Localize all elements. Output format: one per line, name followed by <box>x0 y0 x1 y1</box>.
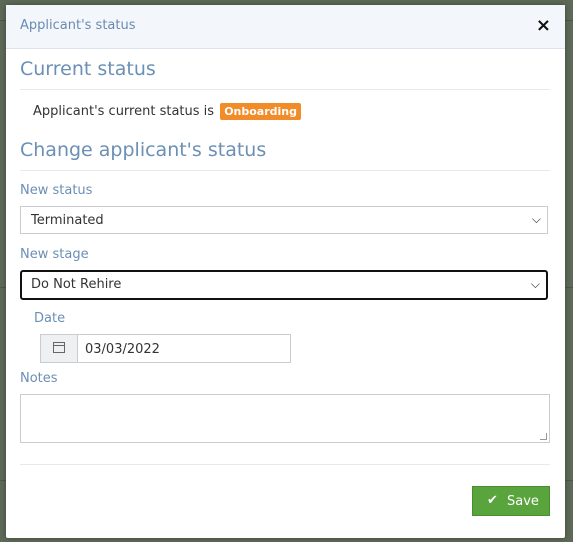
new-stage-value: Do Not Rehire <box>31 277 122 292</box>
current-status-line: Applicant's current status is Onboarding <box>33 103 301 120</box>
notes-textarea[interactable] <box>20 394 550 443</box>
status-badge: Onboarding <box>220 103 301 120</box>
chevron-down-icon: ⌵ <box>530 277 540 291</box>
calendar-icon <box>53 342 65 353</box>
change-status-heading: Change applicant's status <box>20 139 267 161</box>
divider <box>20 170 550 171</box>
resize-handle[interactable] <box>540 433 547 440</box>
new-status-label: New status <box>20 183 93 198</box>
date-field[interactable]: 03/03/2022 <box>85 342 160 357</box>
save-button[interactable]: ✔ Save <box>472 486 550 516</box>
status-modal: Applicant's status × Current status Appl… <box>6 5 565 538</box>
modal-title: Applicant's status <box>20 18 136 33</box>
new-status-select[interactable]: Terminated ⌵ <box>20 206 548 234</box>
check-icon: ✔ <box>487 493 498 508</box>
chevron-down-icon: ⌵ <box>531 212 541 226</box>
close-icon[interactable]: × <box>536 15 551 37</box>
new-stage-select[interactable]: Do Not Rehire ⌵ <box>20 270 548 300</box>
divider <box>20 464 550 465</box>
save-label: Save <box>507 494 539 509</box>
new-status-value: Terminated <box>31 213 104 228</box>
current-status-text: Applicant's current status is <box>33 104 215 119</box>
date-label: Date <box>34 311 66 326</box>
current-status-heading: Current status <box>20 58 156 80</box>
new-stage-label: New stage <box>20 247 89 262</box>
notes-label: Notes <box>20 371 58 386</box>
date-input-group[interactable]: 03/03/2022 <box>40 334 291 363</box>
modal-header: Applicant's status × <box>6 5 565 49</box>
divider <box>20 89 550 90</box>
calendar-button[interactable] <box>41 335 78 362</box>
